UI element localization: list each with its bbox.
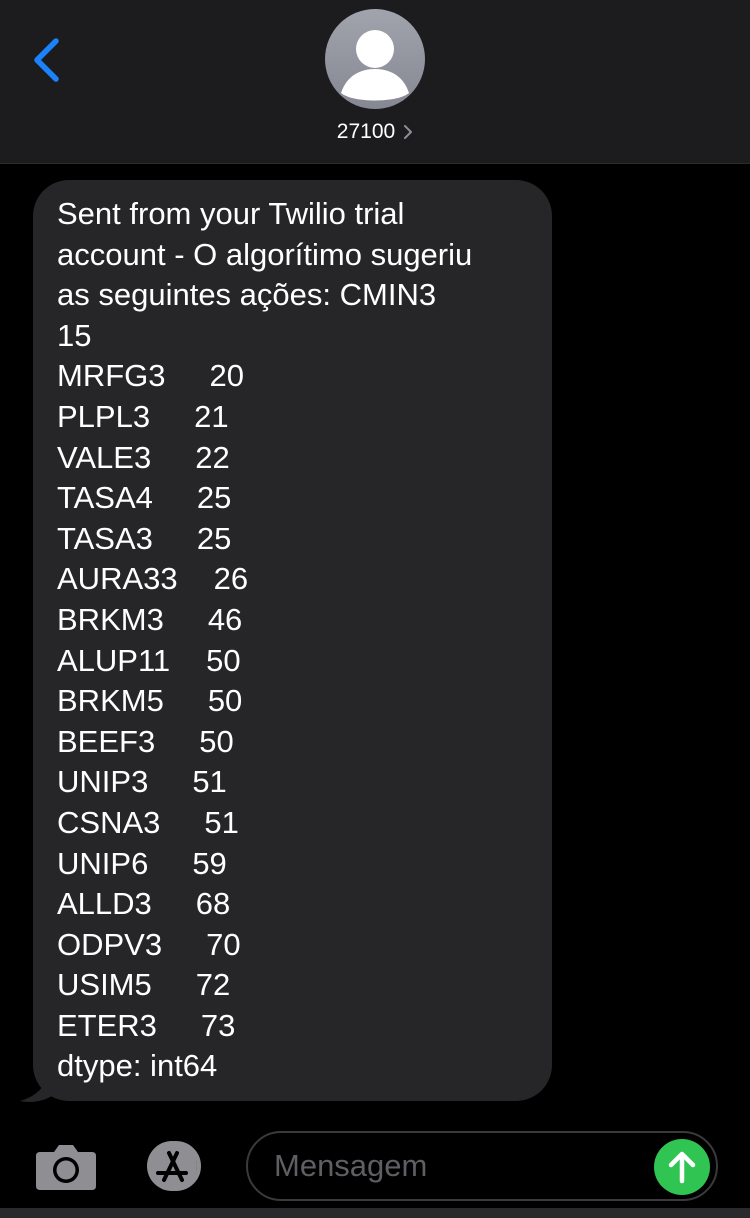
message-footer: dtype: int64 [57, 1048, 218, 1084]
chevron-right-icon [403, 124, 413, 140]
camera-icon [36, 1145, 96, 1190]
list-item: TASA4 25 [57, 478, 532, 519]
value: 51 [192, 764, 227, 800]
ticker: TASA3 [57, 520, 153, 556]
person-silhouette-icon [341, 30, 409, 101]
send-button[interactable] [654, 1139, 710, 1195]
message-bubble[interactable]: Sent from your Twilio trial account - O … [33, 180, 552, 1101]
list-item: USIM5 72 [57, 965, 532, 1006]
ticker: CSNA3 [57, 804, 161, 840]
ticker: BEEF3 [57, 723, 156, 759]
list-item: BEEF3 50 [57, 722, 532, 763]
apps-button[interactable] [140, 1140, 212, 1192]
value: 26 [213, 561, 249, 597]
contact-name: 27100 [336, 120, 396, 143]
stock-list: MRFG3 20 PLPL3 21 VALE3 22 TASA4 25 TASA3 25 … [57, 356, 532, 1046]
ticker: USIM5 [57, 967, 152, 1003]
list-item: BRKM5 50 [57, 681, 532, 722]
list-item: ODPV3 70 [57, 925, 532, 966]
ticker: PLPL3 [57, 398, 151, 434]
ticker: ETER3 [57, 1007, 157, 1043]
ticker: ALLD3 [57, 886, 152, 922]
value: 25 [196, 520, 232, 556]
message-intro: Sent from your Twilio trial account - O … [57, 196, 473, 353]
list-item: BRKM3 46 [57, 600, 532, 641]
app-store-icon [147, 1141, 201, 1191]
value: 25 [196, 480, 232, 516]
message-input[interactable]: Mensagem [246, 1131, 718, 1201]
ticker: TASA4 [57, 480, 153, 516]
value: 50 [207, 683, 243, 719]
value: 68 [195, 886, 231, 922]
camera-button[interactable] [34, 1140, 98, 1192]
list-item: UNIP6 59 [57, 844, 532, 885]
conversation-header: 27100 [0, 0, 750, 164]
list-item: ALLD3 68 [57, 884, 532, 925]
ticker: BRKM3 [57, 601, 164, 637]
ticker: ALUP11 [57, 642, 171, 678]
list-item: CSNA3 51 [57, 803, 532, 844]
arrow-up-icon [668, 1151, 696, 1184]
value: 46 [207, 601, 243, 637]
ticker: UNIP6 [57, 845, 149, 881]
value: 20 [209, 358, 244, 394]
list-item: AURA33 26 [57, 559, 532, 600]
value: 50 [199, 723, 234, 759]
avatar[interactable] [325, 9, 425, 109]
ticker: VALE3 [57, 439, 152, 475]
ticker: AURA33 [57, 561, 178, 597]
list-item: ALUP11 50 [57, 641, 532, 682]
contact-name-button[interactable]: 27100 [0, 118, 750, 146]
value: 21 [194, 398, 229, 434]
list-item: UNIP3 51 [57, 762, 532, 803]
home-bar-strip [0, 1208, 750, 1218]
ticker: BRKM5 [57, 683, 164, 719]
value: 22 [195, 439, 230, 475]
value: 73 [200, 1007, 236, 1043]
chevron-left-icon [34, 38, 59, 82]
list-item: MRFG3 20 [57, 356, 532, 397]
list-item: VALE3 22 [57, 438, 532, 479]
list-item: ETER3 73 [57, 1006, 532, 1047]
value: 72 [195, 967, 231, 1003]
value: 70 [206, 926, 241, 962]
ticker: UNIP3 [57, 764, 149, 800]
value: 51 [204, 804, 239, 840]
list-item: TASA3 25 [57, 519, 532, 560]
list-item: PLPL3 21 [57, 397, 532, 438]
value: 50 [206, 642, 241, 678]
ticker: ODPV3 [57, 926, 163, 962]
value: 59 [192, 845, 227, 881]
back-button[interactable] [22, 30, 72, 90]
message-placeholder: Mensagem [274, 1148, 428, 1183]
ticker: MRFG3 [57, 358, 166, 394]
